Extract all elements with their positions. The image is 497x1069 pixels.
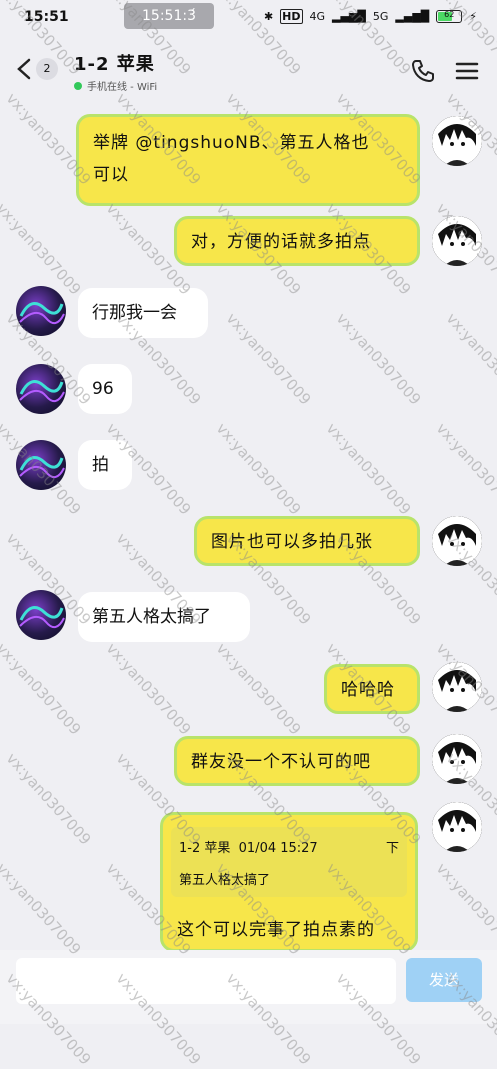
message-text: 举牌 @tingshuoNB、第五人格也: [93, 133, 370, 153]
my-avatar[interactable]: [432, 116, 482, 166]
signal-icon: ▂▄▆█: [332, 10, 366, 23]
my-avatar[interactable]: [432, 662, 482, 712]
message-text: 第五人格太搞了: [92, 607, 211, 627]
quote-marker: 下: [385, 841, 399, 856]
status-icons: ✱ HD 4G ▂▄▆█ 5G ▂▄▆█ 62 ⚡: [264, 9, 477, 24]
message-bubble-received[interactable]: 行那我一会: [78, 288, 208, 338]
online-dot: [74, 81, 82, 90]
message-text: 96: [92, 379, 114, 399]
contact-avatar[interactable]: [16, 286, 66, 336]
quoted-message[interactable]: 1-2 苹果 01/04 15:27 下 第五人格太搞了: [171, 827, 407, 897]
unread-count-badge[interactable]: 2: [36, 58, 58, 80]
network-5g-label: 5G: [372, 10, 389, 23]
message-text: 哈哈哈: [341, 680, 395, 700]
message-bubble-received[interactable]: 第五人格太搞了: [78, 592, 250, 642]
quote-text: 第五人格太搞了: [179, 873, 271, 888]
charging-icon: ⚡: [469, 10, 477, 23]
message-text: 群友没一个不认可的吧: [191, 752, 371, 772]
screen-recorder-time: 15:51:3́: [124, 3, 214, 29]
hd-badge: HD: [280, 9, 303, 24]
contact-avatar[interactable]: [16, 590, 66, 640]
status-time: 15:51: [24, 9, 69, 25]
my-avatar[interactable]: [432, 216, 482, 266]
menu-icon[interactable]: [454, 58, 480, 84]
my-avatar[interactable]: [432, 516, 482, 566]
contact-avatar[interactable]: [16, 364, 66, 414]
quote-meta: 1-2 苹果 01/04 15:27 下: [179, 837, 399, 856]
message-bubble-quote-reply[interactable]: 1-2 苹果 01/04 15:27 下 第五人格太搞了 这个可以完事了拍点素的: [160, 812, 418, 952]
chat-header: 2 1-2 苹果 手机在线 - WiFi: [0, 36, 497, 102]
message-text: 拍: [92, 455, 109, 475]
online-status: 手机在线 - WiFi: [87, 82, 158, 93]
message-bubble-sent[interactable]: 对，方便的话就多拍点: [174, 216, 420, 266]
message-bubble-received[interactable]: 拍: [78, 440, 132, 490]
message-text: 这个可以完事了拍点素的: [177, 920, 375, 940]
message-bubble-sent[interactable]: 举牌 @tingshuoNB、第五人格也 可以: [76, 114, 420, 206]
message-bubble-sent[interactable]: 哈哈哈: [324, 664, 420, 714]
status-bar: 15:51 15:51:3́ ✱ HD 4G ▂▄▆█ 5G ▂▄▆█ 62 ⚡: [0, 0, 497, 36]
chat-subtitle: 手机在线 - WiFi: [74, 78, 157, 93]
message-input[interactable]: [16, 958, 396, 1004]
quote-time: 01/04 15:27: [238, 841, 318, 856]
phone-icon[interactable]: [410, 58, 436, 84]
message-text: 可以: [93, 165, 129, 185]
battery-value: 62: [444, 10, 455, 19]
battery-icon: 62: [436, 10, 463, 23]
network-4g-label: 4G: [309, 10, 326, 23]
signal-icon: ▂▄▆█: [395, 10, 430, 23]
my-avatar[interactable]: [432, 802, 482, 852]
chat-title: 1-2 苹果: [74, 54, 155, 75]
message-text: 对，方便的话就多拍点: [191, 232, 371, 252]
bluetooth-icon: ✱: [263, 10, 274, 23]
contact-avatar[interactable]: [16, 440, 66, 490]
input-bar: 发送: [0, 950, 497, 1024]
quote-sender: 1-2 苹果: [179, 841, 231, 856]
message-text: 行那我一会: [92, 303, 177, 323]
message-bubble-sent[interactable]: 图片也可以多拍几张: [194, 516, 420, 566]
message-text: 图片也可以多拍几张: [211, 532, 373, 552]
message-list[interactable]: 举牌 @tingshuoNB、第五人格也 可以 对，方便的话就多拍点 行那我一会…: [0, 102, 497, 952]
send-button[interactable]: 发送: [406, 958, 482, 1002]
message-bubble-sent[interactable]: 群友没一个不认可的吧: [174, 736, 420, 786]
message-bubble-received[interactable]: 96: [78, 364, 132, 414]
back-icon[interactable]: [12, 56, 38, 82]
my-avatar[interactable]: [432, 734, 482, 784]
